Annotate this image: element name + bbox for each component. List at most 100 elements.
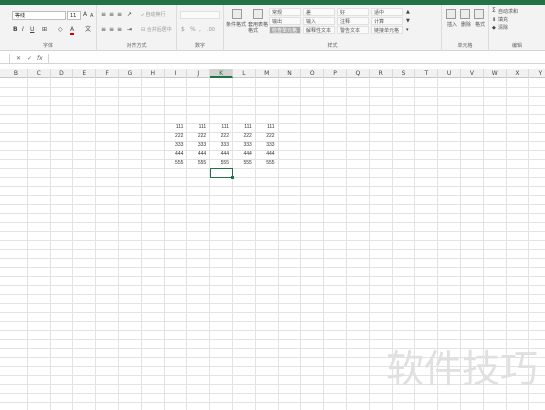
column-header-t[interactable]: T: [415, 69, 439, 78]
style-note[interactable]: 注释: [337, 17, 369, 25]
percent-icon[interactable]: %: [190, 26, 196, 34]
increase-font-icon[interactable]: A: [83, 11, 87, 19]
format-as-table-button[interactable]: 套用表格格式: [248, 22, 270, 34]
column-header-w[interactable]: W: [484, 69, 507, 78]
align-left-icon[interactable]: ≡: [101, 26, 106, 34]
fill-icon[interactable]: ⬇: [492, 16, 496, 24]
column-header-o[interactable]: O: [301, 69, 325, 78]
column-header-i[interactable]: I: [165, 69, 188, 78]
currency-icon[interactable]: $: [181, 26, 185, 34]
align-middle-icon[interactable]: ≡: [109, 11, 114, 19]
cell-k-3[interactable]: 333: [210, 141, 229, 150]
font-name-select[interactable]: 等线: [12, 11, 66, 20]
wrap-text-button[interactable]: ⤶ 自动换行: [141, 11, 165, 19]
column-header-y[interactable]: Y: [529, 69, 545, 78]
cell-j-1[interactable]: 111: [187, 123, 207, 132]
cell-k-2[interactable]: 222: [210, 132, 229, 141]
cell-k-1[interactable]: 111: [210, 123, 229, 132]
cell-m-2[interactable]: 222: [256, 132, 274, 141]
style-warning[interactable]: 警告文本: [337, 26, 369, 34]
clear-button[interactable]: 清除: [498, 25, 508, 31]
align-top-icon[interactable]: ≡: [101, 11, 106, 19]
cell-j-3[interactable]: 333: [187, 141, 206, 150]
styles-more-icon[interactable]: ▾: [406, 26, 409, 34]
function-icon[interactable]: fx: [37, 54, 43, 63]
number-format-select[interactable]: [180, 11, 220, 19]
merge-center-button[interactable]: ⊟ 合并后居中: [141, 26, 172, 34]
cell-m-1[interactable]: 111: [256, 123, 275, 132]
column-header-q[interactable]: Q: [347, 69, 370, 78]
style-normal[interactable]: 常规: [269, 8, 301, 16]
style-bad[interactable]: 差: [303, 8, 335, 16]
active-cell[interactable]: [210, 168, 233, 178]
style-calculation[interactable]: 计算: [371, 17, 403, 25]
align-bottom-icon[interactable]: ≡: [117, 11, 122, 19]
font-color-icon[interactable]: A: [70, 26, 75, 35]
column-header-u[interactable]: U: [438, 69, 461, 78]
decrease-font-icon[interactable]: A: [90, 12, 93, 20]
column-header-k[interactable]: K: [210, 69, 233, 78]
fill-color-icon[interactable]: ◇: [58, 26, 63, 34]
cell-k-4[interactable]: 444: [210, 150, 229, 159]
cell-m-4[interactable]: 444: [256, 150, 274, 159]
clear-icon[interactable]: ◆: [492, 24, 496, 32]
conditional-format-button[interactable]: 条件格式: [226, 22, 246, 28]
column-header-e[interactable]: E: [73, 69, 97, 78]
format-as-table-icon[interactable]: [253, 9, 263, 19]
style-linked-cell[interactable]: 链接单元格: [371, 26, 403, 34]
column-header-h[interactable]: H: [142, 69, 165, 78]
delete-icon[interactable]: [460, 9, 470, 19]
italic-button[interactable]: I: [22, 26, 24, 34]
column-header-x[interactable]: X: [507, 69, 530, 78]
indent-icon[interactable]: ⇥: [127, 26, 132, 34]
column-header-g[interactable]: G: [119, 69, 142, 78]
font-size-select[interactable]: 11: [67, 11, 81, 20]
column-header-j[interactable]: J: [187, 69, 211, 78]
column-header-l[interactable]: L: [233, 69, 256, 78]
delete-button[interactable]: 删除: [461, 22, 471, 28]
cell-i-1[interactable]: 111: [165, 123, 184, 132]
cell-i-3[interactable]: 333: [165, 141, 183, 150]
cell-l-1[interactable]: 111: [233, 123, 252, 132]
style-input[interactable]: 输入: [303, 17, 335, 25]
fill-handle[interactable]: [231, 176, 234, 179]
style-good[interactable]: 好: [337, 8, 369, 16]
autosum-icon[interactable]: Σ: [492, 7, 496, 15]
bold-button[interactable]: B: [13, 26, 18, 34]
column-header-d[interactable]: D: [51, 69, 74, 78]
phonetic-icon[interactable]: 文: [85, 26, 91, 34]
autosum-button[interactable]: 自动求和: [498, 9, 518, 15]
cell-j-4[interactable]: 444: [187, 150, 206, 159]
cell-l-3[interactable]: 333: [233, 141, 251, 150]
cell-k-5[interactable]: 555: [210, 159, 229, 168]
comma-icon[interactable]: ,: [199, 26, 201, 34]
cell-l-5[interactable]: 555: [233, 159, 251, 168]
styles-scroll-down-icon[interactable]: ▼: [406, 17, 410, 25]
column-header-f[interactable]: F: [96, 69, 119, 78]
cancel-icon[interactable]: ✕: [16, 54, 21, 63]
cell-j-2[interactable]: 222: [187, 132, 206, 141]
cell-i-4[interactable]: 444: [165, 150, 183, 159]
styles-scroll-up-icon[interactable]: ▲: [406, 8, 410, 16]
insert-icon[interactable]: [446, 9, 456, 19]
orientation-icon[interactable]: ↗: [127, 11, 132, 19]
style-output[interactable]: 输出: [269, 17, 301, 25]
formula-input[interactable]: [48, 54, 545, 63]
style-explanatory[interactable]: 解释性文本: [303, 26, 335, 34]
cell-j-5[interactable]: 555: [187, 159, 206, 168]
align-right-icon[interactable]: ≡: [117, 26, 122, 34]
borders-icon[interactable]: ⊞: [42, 26, 47, 34]
column-header-b[interactable]: B: [5, 69, 28, 78]
column-header-n[interactable]: N: [279, 69, 302, 78]
style-check-cell[interactable]: 检查单元格: [269, 26, 301, 34]
fill-button[interactable]: 填充: [498, 17, 508, 23]
enter-icon[interactable]: ✓: [27, 54, 32, 63]
column-header-c[interactable]: C: [28, 69, 51, 78]
cell-i-2[interactable]: 222: [165, 132, 183, 141]
decimal-icon[interactable]: .00: [207, 26, 215, 34]
column-header-v[interactable]: V: [461, 69, 484, 78]
align-center-icon[interactable]: ≡: [109, 26, 114, 34]
column-header-p[interactable]: P: [324, 69, 347, 78]
underline-button[interactable]: U: [30, 26, 34, 34]
cell-m-3[interactable]: 333: [256, 141, 274, 150]
